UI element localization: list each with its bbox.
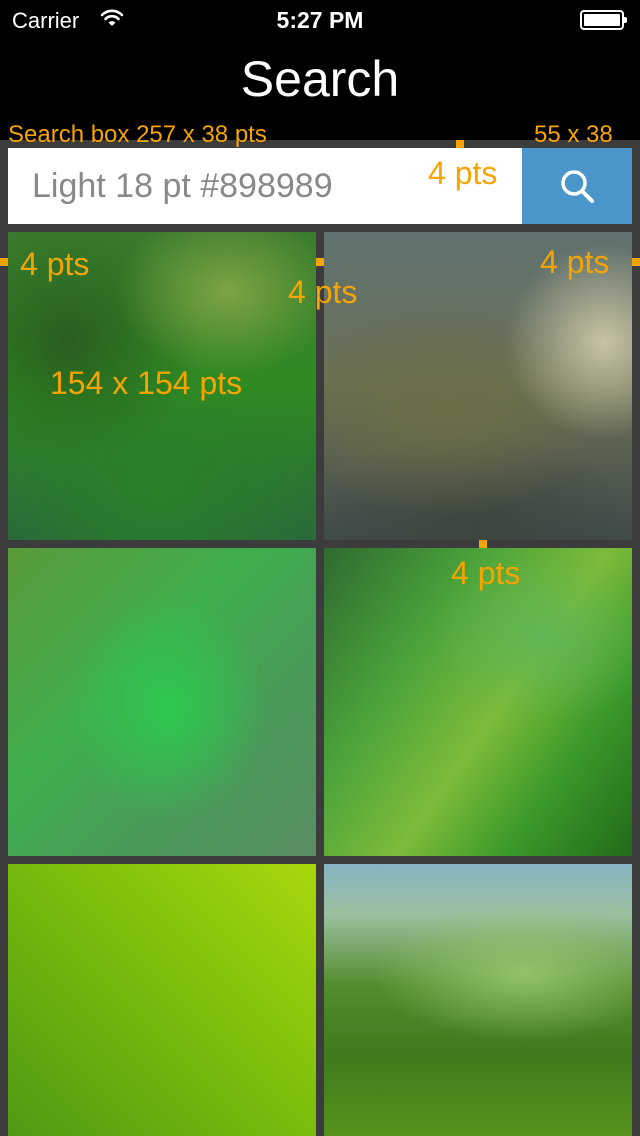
annotation-gap-left: 4 pts <box>20 246 90 282</box>
image-tile[interactable] <box>324 864 632 1136</box>
annotation-marker <box>456 140 464 148</box>
status-bar: Carrier 5:27 PM <box>0 0 640 40</box>
annotation-marker <box>0 258 8 266</box>
status-time: 5:27 PM <box>276 7 364 33</box>
annotation-gap-right: 4 pts <box>540 244 610 280</box>
annotation-marker <box>632 258 640 266</box>
search-icon <box>561 170 594 203</box>
search-button[interactable] <box>522 148 632 224</box>
battery-icon <box>580 10 627 30</box>
annotation-button-size: 55 x 38 <box>534 121 613 148</box>
page-title: Search <box>240 51 400 107</box>
image-tile[interactable] <box>8 864 316 1136</box>
image-tile[interactable] <box>8 548 316 856</box>
annotation-marker <box>316 258 324 266</box>
image-tile[interactable] <box>324 548 632 856</box>
annotation-tile-size: 154 x 154 pts <box>50 365 243 401</box>
annotation-search-box-size: Search box 257 x 38 pts <box>8 121 267 148</box>
annotation-gap-search: 4 pts <box>428 155 498 191</box>
annotation-gap-middle: 4 pts <box>288 274 358 310</box>
annotation-gap-row: 4 pts <box>451 555 521 591</box>
annotation-marker <box>479 540 487 548</box>
navigation-bar: Carrier 5:27 PM Search <box>0 0 640 140</box>
